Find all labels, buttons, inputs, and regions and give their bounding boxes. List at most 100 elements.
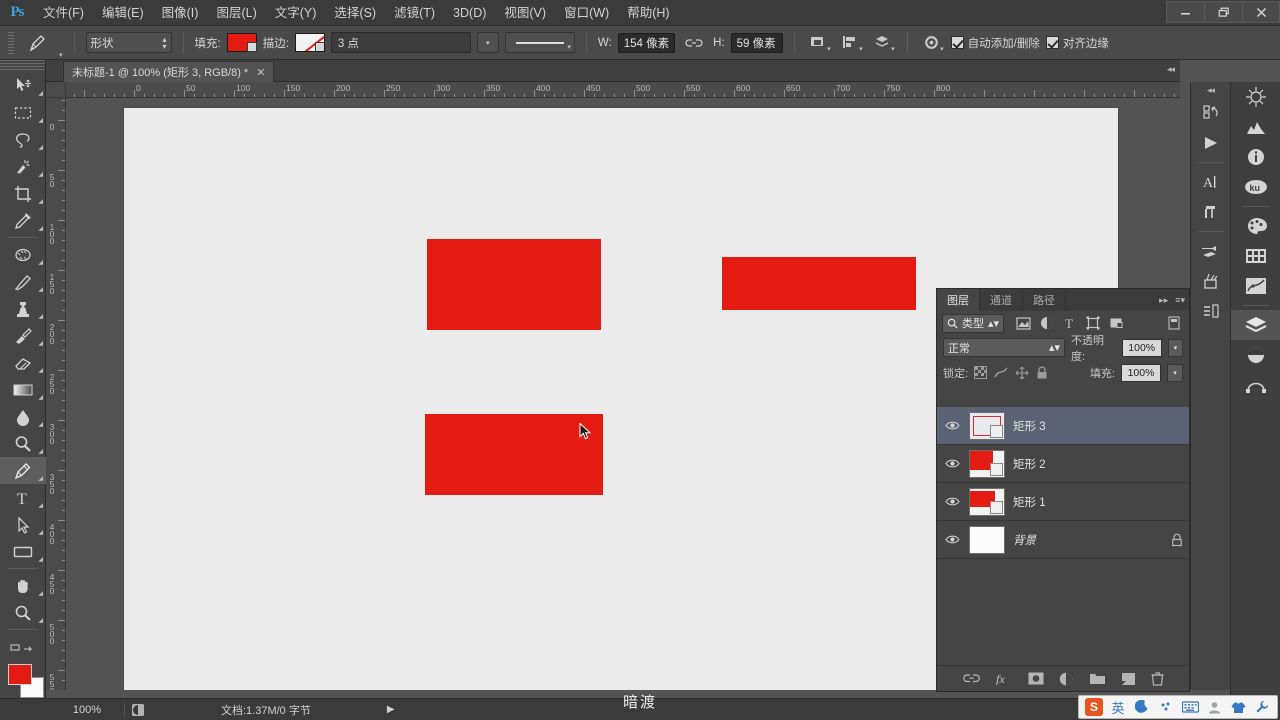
panel-menu-icon[interactable]: ≡▾ [1175, 295, 1185, 306]
height-input[interactable]: 59 像素 [730, 32, 783, 53]
new-layer-icon[interactable] [1121, 672, 1136, 686]
paragraph-style-icon[interactable] [1191, 296, 1230, 326]
filter-toggle-icon[interactable] [1163, 314, 1184, 333]
chain-link-icon[interactable] [681, 31, 707, 55]
ruler-corner[interactable] [46, 82, 66, 98]
stroke-width-dropdown[interactable]: ▾ [476, 32, 499, 53]
english-mode-icon[interactable]: 英 [1109, 698, 1127, 716]
smart-object-filter-icon[interactable] [1105, 314, 1126, 333]
stroke-style-select[interactable]: ▾ [504, 32, 575, 53]
pen-tool-icon[interactable] [24, 30, 52, 55]
lock-transparent-icon[interactable] [974, 366, 988, 379]
pixel-filter-icon[interactable] [1013, 314, 1034, 333]
tabbar-collapse-icon[interactable]: ◂◂ [1167, 64, 1175, 75]
shape-rect-2[interactable] [722, 257, 916, 310]
menu-layer[interactable]: 图层(L) [207, 0, 265, 26]
keyboard-icon[interactable] [1181, 698, 1199, 716]
eyedropper-tool[interactable]: ◢ [0, 207, 46, 234]
layer-row-rect1[interactable]: 矩形 1 [937, 483, 1189, 521]
crop-tool[interactable]: ◢ [0, 180, 46, 207]
restore-button[interactable] [1204, 1, 1242, 23]
menu-view[interactable]: 视图(V) [495, 0, 555, 26]
menu-file[interactable]: 文件(F) [34, 0, 93, 26]
layer-name-rect1[interactable]: 矩形 1 [1013, 494, 1183, 510]
layer-style-fx-icon[interactable]: fx [995, 672, 1013, 685]
eraser-tool[interactable]: ◢ [0, 349, 46, 376]
horizontal-ruler[interactable]: 0 50 100 150 200 250 300 350 400 450 500 550 600 650 7… [66, 82, 1180, 98]
pen-tool[interactable]: ◢ [0, 457, 46, 484]
menu-filter[interactable]: 滤镜(T) [385, 0, 444, 26]
layer-visibility-toggle-rect1[interactable] [943, 496, 961, 507]
shape-rect-3[interactable] [425, 414, 603, 495]
move-tool[interactable]: ◢ [0, 72, 46, 99]
tool-preset-icon[interactable] [1191, 266, 1230, 296]
stroke-color-swatch[interactable] [294, 33, 325, 52]
width-input[interactable]: 154 像素 [617, 32, 676, 53]
blur-tool[interactable]: ◢ [0, 403, 46, 430]
menu-select[interactable]: 选择(S) [325, 0, 385, 26]
menu-3d[interactable]: 3D(D) [444, 0, 495, 26]
foreground-color-swatch[interactable] [8, 664, 32, 685]
dock-a-collapse-icon[interactable]: ◂◂ [1191, 82, 1230, 98]
gradient-tool[interactable]: ◢ [0, 376, 46, 403]
menu-window[interactable]: 窗口(W) [555, 0, 618, 26]
lock-image-icon[interactable] [994, 366, 1008, 379]
layer-visibility-toggle-rect2[interactable] [943, 458, 961, 469]
marquee-tool[interactable]: ◢ [0, 99, 46, 126]
blend-mode-select[interactable]: 正常 ▴▾ [943, 338, 1066, 357]
menu-image[interactable]: 图像(I) [153, 0, 208, 26]
user-icon[interactable] [1205, 698, 1223, 716]
opacity-dropdown[interactable]: ▾ [1167, 338, 1184, 357]
sogou-logo-icon[interactable]: S [1085, 698, 1103, 716]
shape-mode-select[interactable]: 形状 ▴ ▾ [85, 32, 172, 53]
layer-list[interactable]: 矩形 3 矩形 2 矩形 1 背景 [937, 407, 1189, 655]
clone-stamp-tool[interactable]: ◢ [0, 295, 46, 322]
document-tab[interactable]: 未标题-1 @ 100% (矩形 3, RGB/8) * ✕ [63, 61, 275, 82]
vertical-ruler[interactable]: 0 50 100 150 200 250 300 350 400 450 500 550 [46, 98, 66, 690]
skin-icon[interactable] [1229, 698, 1247, 716]
layer-row-rect2[interactable]: 矩形 2 [937, 445, 1189, 483]
rectangle-tool[interactable]: ◢ [0, 538, 46, 565]
opacity-input[interactable]: 100% [1121, 338, 1162, 357]
panel-collapse-icon[interactable]: ▸▸ [1159, 295, 1168, 306]
shape-filter-icon[interactable] [1082, 314, 1103, 333]
paths-icon[interactable] [1231, 370, 1280, 400]
tab-channels[interactable]: 通道 [980, 289, 1023, 311]
hand-tool[interactable]: ◢ [0, 572, 46, 599]
adjustment-filter-icon[interactable] [1036, 314, 1057, 333]
layer-name-background[interactable]: 背景 [1013, 532, 1163, 548]
tab-paths[interactable]: 路径 [1023, 289, 1066, 311]
menu-help[interactable]: 帮助(H) [618, 0, 678, 26]
layer-row-background[interactable]: 背景 [937, 521, 1189, 559]
layer-thumbnail-rect2[interactable] [969, 449, 1005, 478]
3d-icon[interactable] [1231, 82, 1280, 112]
tool-preset-chevron-icon[interactable]: ▾ [59, 51, 63, 59]
tab-layers[interactable]: 图层 [937, 289, 980, 311]
history-brush-tool[interactable]: ◢ [0, 322, 46, 349]
character-icon[interactable]: A [1191, 167, 1230, 197]
align-edges-checkbox[interactable]: 对齐边缘 [1045, 35, 1109, 51]
color-icon[interactable] [1231, 211, 1280, 241]
zoom-tool[interactable]: ◢ [0, 599, 46, 626]
lasso-tool[interactable]: ◢ [0, 126, 46, 153]
minimize-button[interactable] [1166, 1, 1204, 23]
layer-visibility-toggle-rect3[interactable] [943, 420, 961, 431]
layer-thumbnail-rect3[interactable] [969, 411, 1005, 440]
auto-add-delete-checkbox[interactable]: 自动添加/删除 [950, 35, 1040, 51]
toolbox-icon[interactable] [1253, 698, 1271, 716]
gear-icon[interactable]: ▾ [919, 31, 945, 55]
history-icon[interactable] [1191, 98, 1230, 128]
layer-thumbnail-rect1[interactable] [969, 487, 1005, 516]
moon-icon[interactable] [1133, 698, 1151, 716]
layer-visibility-toggle-background[interactable] [943, 534, 961, 545]
paragraph-icon[interactable] [1191, 197, 1230, 227]
dots-icon[interactable] [1157, 698, 1175, 716]
layer-row-rect3[interactable]: 矩形 3 [937, 407, 1189, 445]
healing-brush-tool[interactable]: ◢ [0, 241, 46, 268]
lock-position-icon[interactable] [1015, 366, 1029, 380]
menu-edit[interactable]: 编辑(E) [93, 0, 153, 26]
info-icon[interactable] [1231, 142, 1280, 172]
add-mask-icon[interactable] [1028, 672, 1044, 685]
link-layers-icon[interactable] [962, 673, 980, 684]
edit-toolbar-icon[interactable] [0, 633, 46, 660]
